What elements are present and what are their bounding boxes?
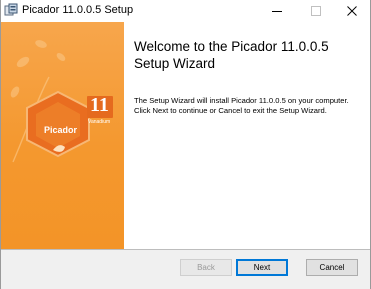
cancel-button[interactable]: Cancel	[306, 259, 358, 276]
minimize-icon	[272, 11, 282, 12]
logo-text: Picador	[44, 125, 78, 135]
welcome-description: The Setup Wizard will install Picador 11…	[134, 96, 349, 115]
maximize-button[interactable]	[299, 0, 333, 22]
close-button[interactable]	[335, 0, 369, 22]
close-icon	[347, 6, 357, 16]
page-title: Welcome to the Picador 11.0.0.5 Setup Wi…	[134, 39, 329, 71]
back-button[interactable]: Back	[180, 259, 232, 276]
next-button[interactable]: Next	[236, 259, 288, 276]
minimize-button[interactable]	[260, 0, 294, 22]
brand-panel: Picador 11 Vanadium	[1, 22, 124, 249]
badge-caption: Vanadium	[88, 119, 111, 125]
setup-window: Picador 11.0.0.5 Setup Picador 11 Vanadi…	[0, 0, 371, 289]
version-badge: 11	[90, 94, 109, 116]
maximize-icon	[311, 6, 321, 16]
button-bar: Back Next Cancel	[1, 250, 370, 289]
title-bar: Picador 11.0.0.5 Setup	[1, 0, 370, 22]
installer-icon	[4, 3, 18, 17]
window-title: Picador 11.0.0.5 Setup	[22, 4, 134, 16]
picador-logo	[10, 40, 113, 163]
welcome-content: Welcome to the Picador 11.0.0.5 Setup Wi…	[124, 22, 370, 249]
